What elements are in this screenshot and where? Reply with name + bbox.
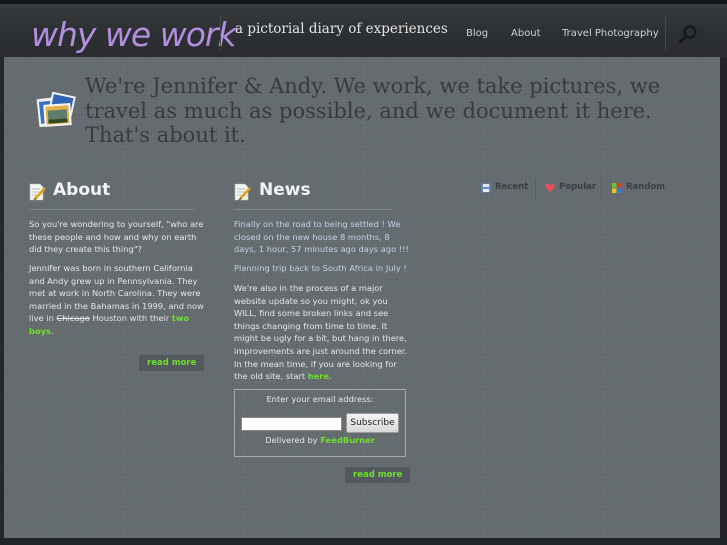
about-bio-part: . [51, 325, 54, 336]
notepad-pencil-icon [234, 183, 251, 201]
nav-about[interactable]: About [511, 28, 541, 39]
news-item[interactable]: Finally on the road to being settled ! W… [234, 218, 412, 256]
news-heading: News [259, 180, 311, 200]
bottom-edge [0, 538, 727, 545]
news-read-more-button[interactable]: read more [345, 467, 411, 483]
intro-statement: We're Jennifer & Andy. We work, we take … [85, 74, 661, 147]
site-header: why we work a pictorial diary of experie… [0, 4, 727, 57]
photo-stack-icon [36, 92, 76, 128]
about-read-more-button[interactable]: read more [139, 355, 205, 371]
about-heading: About [53, 180, 111, 200]
search-icon[interactable] [678, 24, 698, 44]
nav-blog[interactable]: Blog [466, 28, 488, 39]
floppy-disk-icon [481, 183, 491, 193]
page-shadow-right [720, 57, 727, 538]
email-label: Enter your email address: [266, 394, 374, 404]
feedburner-link[interactable]: FeedBurner [320, 435, 374, 445]
site-logo[interactable]: why we work [31, 15, 237, 55]
email-subscribe-form: Enter your email address: Subscribe Deli… [234, 389, 406, 457]
subscribe-button[interactable]: Subscribe [346, 413, 399, 433]
tab-popular[interactable]: Popular [559, 181, 596, 193]
about-intro-text: So you're wondering to yourself, "who ar… [29, 219, 204, 255]
header-divider [220, 14, 221, 50]
tab-divider [601, 180, 602, 198]
nav-travel-photography[interactable]: Travel Photography [562, 28, 659, 39]
news-update-part: We're also in the process of a major web… [234, 283, 408, 382]
about-bio-text: Jennifer was born in southern California… [29, 262, 209, 338]
header-divider [665, 14, 666, 50]
tab-random[interactable]: Random [626, 181, 665, 193]
news-update-part: . [329, 371, 332, 382]
news-update-text: We're also in the process of a major web… [234, 282, 412, 383]
about-divider [29, 209, 196, 210]
tab-divider [535, 180, 536, 198]
old-site-link[interactable]: here [308, 371, 329, 381]
struck-city: Chicago [56, 313, 90, 324]
email-input[interactable] [241, 417, 342, 431]
about-bio-part: Houston with their [89, 313, 172, 324]
news-item[interactable]: Planning trip back to South Africa in Ju… [234, 262, 412, 275]
delivered-by-label: Delivered by [265, 435, 321, 445]
colored-squares-icon [612, 183, 622, 193]
heart-icon [545, 183, 555, 192]
news-divider [234, 209, 392, 210]
site-tagline: a pictorial diary of experiences [235, 21, 448, 37]
tab-recent[interactable]: Recent [495, 181, 528, 193]
delivered-by-text: Delivered by FeedBurner [235, 435, 405, 445]
notepad-pencil-icon [29, 183, 46, 201]
